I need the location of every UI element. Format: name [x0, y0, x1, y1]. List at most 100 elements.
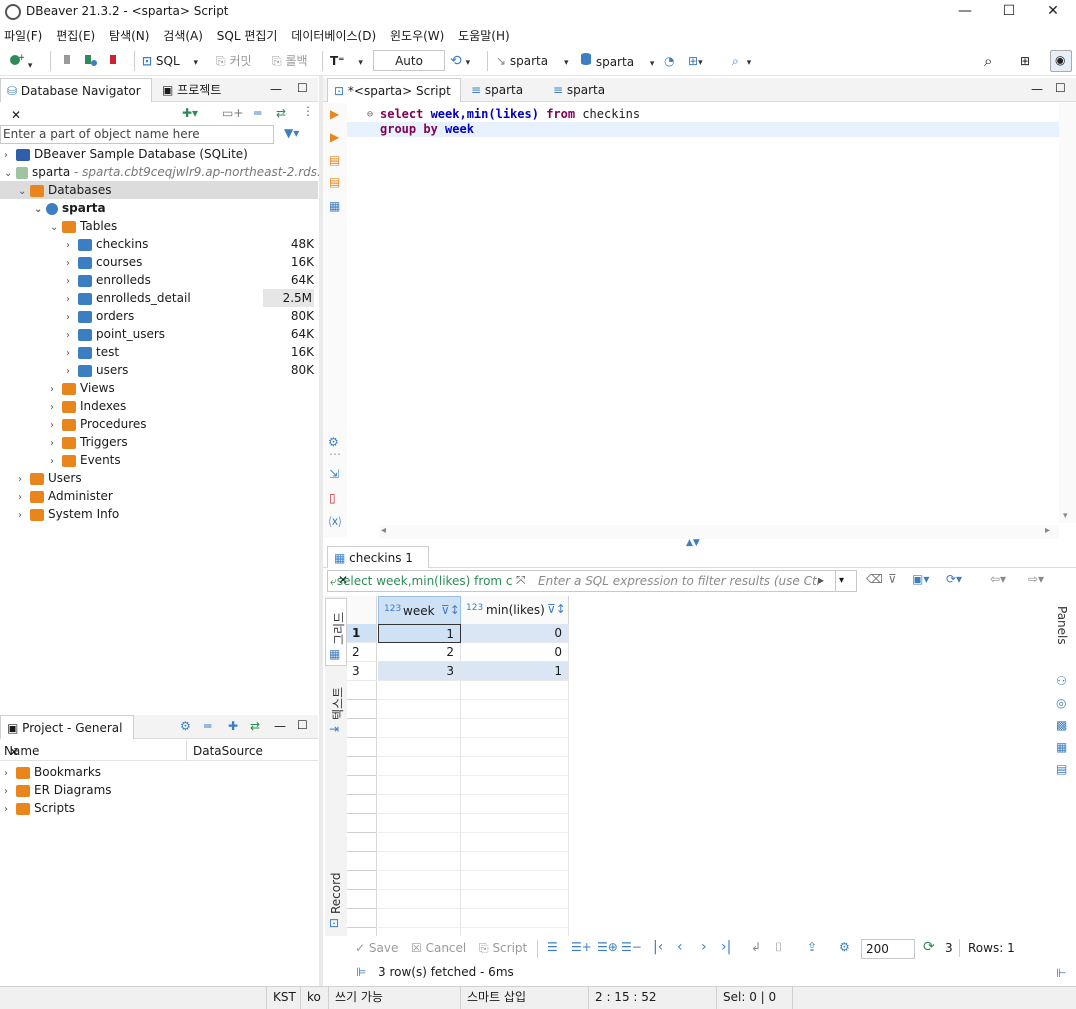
maximize-panel-icon[interactable]: ☐ — [297, 718, 308, 732]
status-timezone[interactable]: KST — [266, 986, 300, 1009]
metadata-icon[interactable]: ▤ — [1056, 762, 1067, 776]
dashboard-button[interactable]: ◔ — [664, 52, 674, 70]
query-preview[interactable]: ⤶select week,min(likes) from ch — [330, 574, 512, 589]
minimize-panel-icon[interactable]: — — [1031, 82, 1043, 96]
forward-icon[interactable]: ⇨▾ — [1028, 572, 1044, 586]
panels-toggle[interactable]: Panels — [1055, 606, 1069, 645]
collapse-all-icon[interactable]: ═ — [254, 106, 261, 120]
row-number[interactable]: 2 — [347, 643, 377, 662]
invalidate-button[interactable] — [106, 52, 122, 70]
scroll-right-icon[interactable]: ▸ — [1045, 525, 1050, 536]
execute-script-icon[interactable]: ▤ — [329, 153, 340, 167]
auto-commit-mode-field[interactable]: Auto — [373, 50, 445, 71]
commit-button[interactable]: ⎘ 커밋 — [216, 52, 252, 70]
filter-dropdown-button[interactable]: ▾ — [835, 570, 844, 592]
filter-icon[interactable]: ▼▾ — [284, 126, 299, 140]
tree-item-events[interactable]: › Events — [50, 451, 121, 469]
first-page-icon[interactable]: |‹ — [653, 939, 663, 955]
tree-item-table[interactable]: › test 16K — [66, 343, 318, 361]
tree-item-table[interactable]: › users 80K — [66, 361, 318, 379]
navigator-filter-input[interactable]: Enter a part of object name here — [0, 125, 274, 144]
active-schema-selector[interactable]: sparta ▾ — [580, 52, 654, 70]
tab-database-navigator[interactable]: ⛁ Database Navigator ✕ — [0, 78, 152, 122]
tree-item-procedures[interactable]: › Procedures — [50, 415, 147, 433]
fetch-size-input[interactable]: 200 — [861, 939, 915, 959]
tab-results-checkins[interactable]: ▦ checkins 1 ✕ — [327, 546, 429, 587]
sql-editor-button[interactable]: ⊡ SQL ▾ — [142, 52, 198, 70]
menu-file[interactable]: 파일(F) — [0, 24, 48, 44]
variables-icon[interactable]: ⒳ — [329, 513, 341, 530]
explain-plan-icon[interactable]: ▦ — [329, 199, 340, 213]
expand-filter-icon[interactable]: ⤧ — [516, 573, 526, 588]
table-cell[interactable]: 3 — [378, 662, 461, 681]
transaction-log-button[interactable]: ⟲ ▾ — [450, 52, 470, 70]
gear-icon[interactable]: ⚙ — [839, 940, 850, 954]
filter-history-icon[interactable]: ▸ — [818, 573, 824, 587]
search-menu-button[interactable]: ⌕ ▾ — [732, 52, 751, 70]
tab-project-general[interactable]: ▣ Project - General ✕ — [0, 715, 134, 759]
execute-statement-new-tab-icon[interactable]: ▶ — [330, 130, 339, 144]
row-number[interactable]: 1 — [347, 624, 377, 643]
menu-search[interactable]: 검색(A) — [159, 24, 209, 44]
table-cell[interactable]: 1 — [378, 624, 461, 643]
tree-item-indexes[interactable]: › Indexes — [50, 397, 126, 415]
project-item-scripts[interactable]: › Scripts — [4, 799, 75, 817]
tree-item-system-info[interactable]: › System Info — [18, 505, 119, 523]
link-editor-icon[interactable]: ⇄ — [276, 106, 286, 120]
script-button[interactable]: ⎘ Script — [479, 941, 527, 956]
tree-item-table[interactable]: › point_users 64K — [66, 325, 318, 343]
close-window-button[interactable]: ✕ — [1030, 0, 1076, 22]
table-cell[interactable]: 2 — [378, 643, 461, 662]
eraser-icon[interactable]: ⌫ — [866, 572, 883, 586]
editor-horizontal-scrollbar[interactable]: ◂ ▸ — [379, 525, 1059, 539]
scroll-left-icon[interactable]: ◂ — [381, 525, 386, 536]
gear-icon[interactable]: ⚙ — [180, 719, 191, 733]
sort-filter-icon[interactable]: ⊽↕ — [441, 603, 460, 617]
grouping-icon[interactable]: ▩ — [1056, 718, 1067, 732]
view-menu-icon[interactable]: ⋮ — [302, 104, 314, 118]
tree-item-users[interactable]: › Users — [18, 469, 82, 487]
save-filter-icon[interactable]: ▣▾ — [912, 572, 929, 586]
grid-view-tab[interactable]: 그리드 ▦ — [325, 598, 347, 666]
global-search-button[interactable]: ⌕ — [984, 52, 992, 70]
column-header-name[interactable]: Name — [4, 744, 39, 758]
table-cell[interactable]: 0 — [461, 624, 569, 643]
tree-item-triggers[interactable]: › Triggers — [50, 433, 128, 451]
add-icon[interactable]: ✚ — [228, 719, 238, 733]
tab-projects[interactable]: ▣ 프로젝트 — [156, 78, 256, 102]
value-panel-icon[interactable]: ⚇ — [1056, 674, 1067, 688]
tree-item-sample-db[interactable]: › DBeaver Sample Database (SQLite) — [4, 145, 248, 163]
tree-item-table[interactable]: › checkins 48K — [66, 235, 318, 253]
menu-navigate[interactable]: 탐색(N) — [105, 24, 155, 44]
more-icon[interactable]: ⋯ — [329, 447, 341, 461]
results-layout-toggle-icon[interactable]: ⊩ — [1056, 966, 1066, 980]
menu-database[interactable]: 데이터베이스(D) — [287, 24, 382, 44]
collapse-all-icon[interactable]: ═ — [204, 719, 211, 733]
row-number-header[interactable] — [347, 596, 377, 626]
last-page-icon[interactable]: ›| — [721, 939, 731, 955]
menu-help[interactable]: 도움말(H) — [454, 24, 516, 44]
disconnect-button[interactable] — [60, 52, 74, 70]
save-button[interactable]: ✓ Save — [355, 941, 398, 955]
previous-page-icon[interactable]: ‹ — [677, 939, 683, 955]
tab-script-editor[interactable]: ⊡ *<sparta> Script ✕ — [327, 78, 461, 122]
maximize-button[interactable]: ☐ — [986, 0, 1032, 22]
scroll-down-icon[interactable]: ▾ — [1063, 511, 1068, 521]
fold-toggle-icon[interactable]: ⊖ — [367, 107, 373, 122]
transaction-mode-menu[interactable]: T⁼ ▾ — [330, 52, 363, 70]
editor-vertical-scrollbar[interactable]: ▾ — [1059, 103, 1076, 523]
column-header-min-likes[interactable]: 123 min(likes) ⊽↕ — [461, 596, 569, 626]
edit-row-icon[interactable]: ☰ — [547, 940, 558, 954]
project-item-er-diagrams[interactable]: › ER Diagrams — [4, 781, 112, 799]
column-header-datasource[interactable]: DataSource — [193, 744, 263, 758]
rollback-button[interactable]: ⎘ 롤백 — [272, 52, 308, 70]
column-header-week[interactable]: 123 week ⊽↕ — [378, 596, 461, 626]
cancel-button[interactable]: ☒ Cancel — [411, 941, 466, 955]
menu-sql-editor[interactable]: SQL 편집기 — [213, 24, 284, 44]
active-datasource-selector[interactable]: ↘ sparta ▾ — [496, 52, 568, 70]
copy-row-icon[interactable]: ☰⊕ — [597, 940, 618, 954]
row-number[interactable]: 3 — [347, 662, 377, 681]
crop-icon[interactable]: ⌷ — [775, 940, 782, 955]
sort-filter-icon[interactable]: ⊽↕ — [547, 602, 566, 616]
export-icon[interactable]: ⇲ — [329, 467, 339, 481]
